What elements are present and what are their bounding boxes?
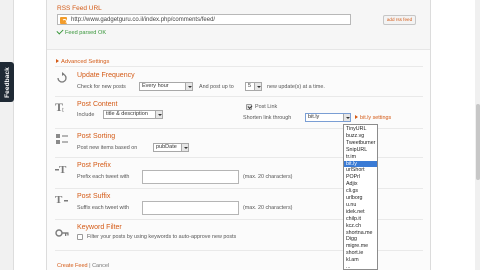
add-rss-feed-button[interactable]: add rss feed — [383, 15, 416, 25]
shortener-option[interactable]: bit.ly — [344, 160, 377, 167]
bitly-settings-label: bit.ly settings — [360, 115, 392, 121]
keyword-filter-title: Keyword Filter — [77, 224, 122, 231]
prefix-hint: (max. 20 characters) — [243, 174, 293, 180]
post-count-suffix: new update(s) at a time. — [267, 84, 325, 90]
prefix-input[interactable] — [142, 170, 239, 184]
include-select[interactable]: title & description — [103, 110, 163, 119]
svg-text:T: T — [59, 164, 67, 174]
caret-right-icon — [355, 115, 358, 119]
shortener-option[interactable]: short.ie — [344, 250, 377, 256]
prefix-icon: T — [55, 164, 67, 174]
advanced-settings-label: Advanced Settings — [61, 59, 110, 65]
chevron-down-icon — [254, 83, 261, 90]
chevron-down-icon — [343, 114, 350, 121]
post-sorting-title: Post Sorting — [77, 133, 116, 140]
page-scrollbar[interactable] — [475, 0, 480, 270]
cancel-link[interactable]: Cancel — [92, 263, 109, 269]
check-posts-label: Check for new posts — [77, 84, 126, 90]
chevron-down-icon — [185, 83, 192, 90]
shortener-select[interactable]: bit.ly — [305, 113, 351, 122]
post-link-label: Post Link — [255, 104, 278, 110]
rss-icon — [60, 16, 67, 24]
rss-feed-section: RSS Feed URL http://www.gadgetguru.co.il… — [47, 0, 430, 50]
shortener-option[interactable]: shortna.me — [344, 230, 377, 236]
refresh-icon — [57, 72, 67, 83]
suffix-hint: (max. 20 characters) — [243, 205, 293, 211]
post-prefix-title: Post Prefix — [77, 162, 111, 169]
create-feed-button[interactable]: Create Feed — [57, 263, 88, 269]
caret-right-icon — [56, 59, 59, 63]
form-actions: Create Feed | Cancel — [57, 263, 109, 269]
feed-parsed-status: Feed parsed OK — [56, 27, 107, 36]
scrollbar-thumb[interactable] — [475, 104, 480, 180]
shortener-option[interactable]: kcz.ch — [344, 223, 377, 229]
shortener-option[interactable]: SnipURL — [344, 147, 377, 153]
chevron-down-icon — [155, 111, 162, 118]
include-label: Include — [77, 112, 95, 118]
post-count-select[interactable]: 5 — [245, 82, 262, 91]
divider — [55, 66, 423, 67]
bitly-settings-link[interactable]: bit.ly settings — [355, 115, 391, 121]
shortener-option[interactable]: urlborg — [344, 195, 377, 201]
sort-icon — [56, 134, 68, 144]
prefix-label: Prefix each tweet with — [77, 174, 130, 180]
rss-feed-label: RSS Feed URL — [57, 5, 102, 12]
shortener-option[interactable]: chilp.it — [344, 216, 377, 222]
rss-url-value: http://www.gadgetguru.co.il/index.php/co… — [71, 16, 216, 23]
update-frequency-title: Update Frequency — [77, 72, 135, 79]
feed-parsed-text: Feed parsed OK — [65, 30, 107, 36]
suffix-label: Suffix each tweet with — [77, 205, 130, 211]
svg-text:t: t — [62, 106, 64, 113]
post-up-to-label: And post up to — [199, 84, 234, 90]
sorting-value: pubDate — [156, 144, 177, 150]
shortener-option[interactable]: u.nu — [344, 202, 377, 208]
shortener-option[interactable]: migre.me — [344, 243, 377, 249]
divider — [55, 96, 423, 97]
shortener-value: bit.ly — [308, 114, 320, 120]
frequency-value: Every hour — [142, 83, 169, 89]
svg-text:T: T — [55, 194, 63, 205]
key-icon — [55, 229, 69, 237]
include-value: title & description — [106, 111, 148, 117]
rss-url-input[interactable]: http://www.gadgetguru.co.il/index.php/co… — [57, 14, 351, 25]
shortener-option[interactable]: Digg — [344, 236, 377, 242]
chevron-down-icon — [181, 144, 188, 151]
checkmark-icon — [56, 27, 64, 35]
keyword-filter-label: Filter your posts by using keywords to a… — [87, 234, 237, 240]
feedback-tab-label: Feedback — [3, 66, 11, 98]
shortener-option[interactable]: urlShort — [344, 167, 377, 173]
post-count-value: 5 — [248, 83, 252, 89]
left-strip — [0, 0, 14, 270]
keyword-filter-checkbox[interactable] — [77, 234, 83, 240]
post-link-checkbox[interactable] — [246, 104, 252, 110]
shortener-option[interactable]: Adjix — [344, 181, 377, 187]
feedback-tab[interactable]: Feedback — [0, 62, 14, 102]
post-content-title: Post Content — [77, 101, 118, 108]
shortener-option[interactable]: cli.gs — [344, 188, 377, 194]
post-sorting-label: Post new items based on — [77, 145, 138, 151]
shortener-option[interactable]: ... — [344, 264, 377, 269]
shortener-option[interactable]: idek.net — [344, 209, 377, 215]
shortener-option[interactable]: POPrl — [344, 174, 377, 180]
sorting-select[interactable]: pubDate — [153, 143, 189, 152]
shorten-link-label: Shorten link through — [243, 115, 292, 121]
advanced-settings-toggle[interactable]: Advanced Settings — [56, 59, 109, 65]
shortener-option[interactable]: Tweetburner — [344, 140, 377, 146]
feed-settings-panel: RSS Feed URL http://www.gadgetguru.co.il… — [46, 0, 431, 270]
frequency-select[interactable]: Every hour — [139, 82, 193, 91]
text-format-icon: T t — [55, 101, 64, 113]
suffix-icon: T — [55, 194, 68, 205]
shortener-option[interactable]: buzz.vg — [344, 133, 377, 139]
suffix-input[interactable] — [142, 201, 239, 215]
shortener-option[interactable]: tr.im — [344, 154, 377, 160]
post-suffix-title: Post Suffix — [77, 193, 111, 200]
shortener-option[interactable]: kl.am — [344, 257, 377, 263]
shortener-option[interactable]: TinyURL — [344, 126, 377, 132]
shortener-dropdown-list[interactable]: TinyURL buzz.vg Tweetburner SnipURL tr.im bit… — [343, 124, 378, 270]
